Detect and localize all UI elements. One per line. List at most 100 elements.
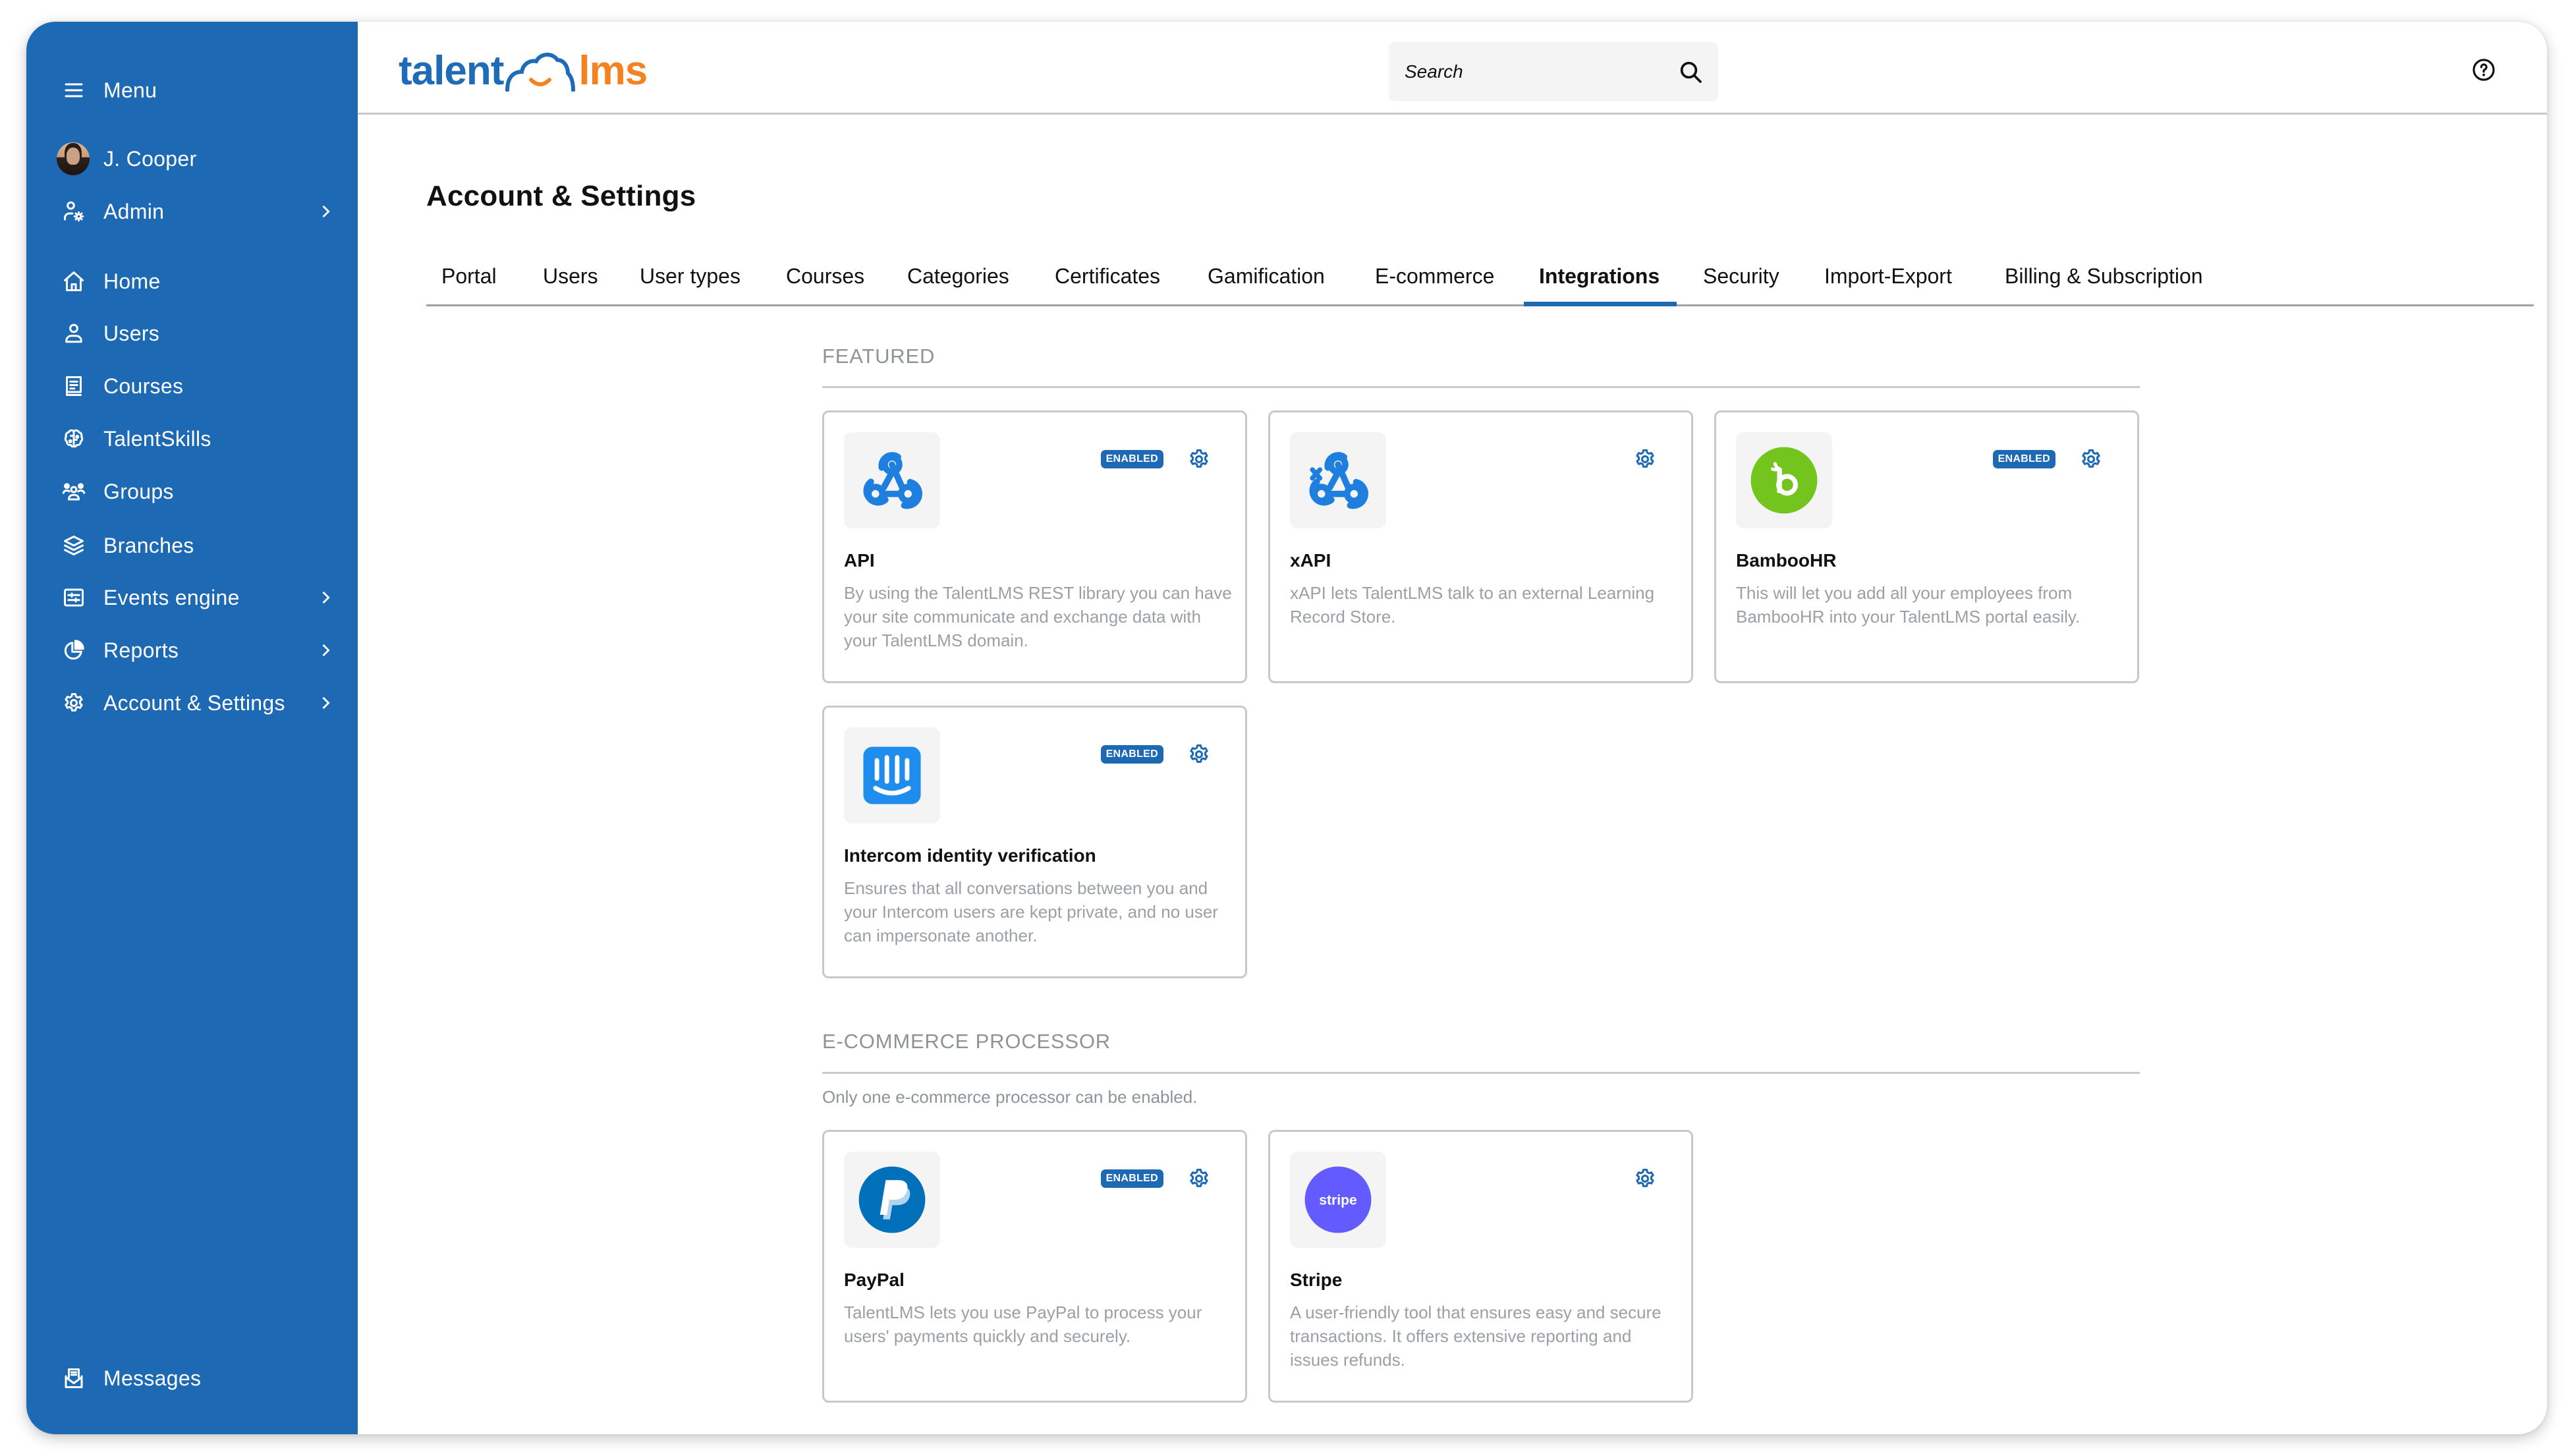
integration-card-intercom[interactable]: ENABLED Intercom identity verification E…: [822, 706, 1247, 978]
hamburger-icon: [61, 77, 87, 103]
sidebar-item-label: Admin: [103, 199, 165, 223]
tab-billing-subscription[interactable]: Billing & Subscription: [2005, 256, 2203, 306]
search-input[interactable]: [1389, 42, 1665, 101]
sidebar-item-branches[interactable]: Branches: [26, 524, 358, 567]
integration-name: API: [844, 550, 875, 571]
sidebar-item-label: Reports: [103, 638, 179, 662]
active-tab-indicator: [1524, 302, 1677, 306]
tab-certificates[interactable]: Certificates: [1055, 256, 1160, 306]
enabled-badge: ENABLED: [1100, 745, 1163, 764]
chevron-right-icon: [316, 588, 335, 607]
stripe-logo-icon: stripe: [1290, 1152, 1386, 1248]
brain-icon: [61, 426, 87, 452]
sidebar-item-admin[interactable]: Admin: [26, 190, 358, 233]
integration-name: Stripe: [1290, 1270, 1343, 1290]
integration-name: Intercom identity verification: [844, 845, 1096, 866]
integration-description: A user-friendly tool that ensures easy a…: [1290, 1302, 1662, 1370]
main-area: talent lms Account & Settings Portal Use: [358, 22, 2547, 1434]
top-bar: talent lms: [358, 22, 2547, 115]
section-title-ecommerce: E-COMMERCE PROCESSOR: [822, 1030, 1111, 1053]
tab-users[interactable]: Users: [543, 256, 598, 306]
integration-description: By using the TalentLMS REST library you …: [844, 583, 1232, 650]
sidebar-item-label: Home: [103, 269, 161, 293]
section-divider: [822, 1072, 2140, 1074]
bamboohr-logo-icon: [1736, 432, 1832, 528]
integration-name: xAPI: [1290, 550, 1331, 571]
settings-gear-icon[interactable]: [2079, 447, 2103, 471]
avatar: [57, 142, 90, 175]
integration-card-xapi[interactable]: xAPI xAPI lets TalentLMS talk to an exte…: [1268, 410, 1693, 683]
sidebar-item-label: Messages: [103, 1366, 202, 1390]
sidebar-item-users[interactable]: Users: [26, 312, 358, 354]
page-title: Account & Settings: [426, 180, 696, 212]
layers-icon: [61, 532, 87, 559]
user-profile[interactable]: J. Cooper: [26, 138, 358, 180]
book-icon: [61, 373, 87, 399]
sidebar-item-label: Account & Settings: [103, 690, 285, 715]
sidebar-item-courses[interactable]: Courses: [26, 365, 358, 407]
home-icon: [61, 268, 87, 294]
sidebar-item-label: Users: [103, 321, 160, 345]
section-divider: [822, 386, 2140, 388]
integration-description: Ensures that all conversations between y…: [844, 878, 1218, 945]
sidebar-item-label: Events engine: [103, 585, 240, 609]
search-box[interactable]: [1389, 42, 1718, 101]
tab-user-types[interactable]: User types: [640, 256, 741, 306]
tab-gamification[interactable]: Gamification: [1208, 256, 1325, 306]
app-window: Menu J. Cooper Admin Home Users Courses …: [26, 22, 2547, 1434]
integration-card-paypal[interactable]: ENABLED PayPal TalentLMS lets you use Pa…: [822, 1130, 1247, 1403]
talentlms-logo[interactable]: talent lms: [399, 48, 648, 94]
settings-gear-icon[interactable]: [1633, 1167, 1657, 1190]
stripe-logo-text: stripe: [1319, 1192, 1356, 1208]
paypal-logo-icon: [844, 1152, 940, 1248]
menu-toggle[interactable]: Menu: [26, 69, 358, 111]
sidebar-item-talentskills[interactable]: TalentSkills: [26, 418, 358, 460]
chevron-right-icon: [316, 694, 335, 712]
tab-security[interactable]: Security: [1703, 256, 1779, 306]
user-icon: [61, 320, 87, 347]
section-subtitle: Only one e-commerce processor can be ena…: [822, 1087, 1198, 1107]
chevron-right-icon: [316, 641, 335, 659]
tab-import-export[interactable]: Import-Export: [1824, 256, 1952, 306]
section-title-featured: FEATURED: [822, 345, 936, 368]
sidebar-item-account-settings[interactable]: Account & Settings: [26, 682, 358, 724]
menu-label: Menu: [103, 78, 157, 102]
sidebar-item-messages[interactable]: Messages: [26, 1357, 358, 1399]
tab-integrations[interactable]: Integrations: [1539, 256, 1660, 306]
logo-text-lms: lms: [578, 48, 648, 94]
integration-description: This will let you add all your employees…: [1736, 583, 2081, 627]
tab-courses[interactable]: Courses: [786, 256, 864, 306]
settings-tabs: Portal Users User types Courses Categori…: [426, 256, 2534, 306]
xapi-webhook-icon: [1290, 432, 1386, 528]
sidebar-item-home[interactable]: Home: [26, 260, 358, 302]
groups-icon: [61, 478, 87, 505]
integration-card-stripe[interactable]: stripe Stripe A user-friendly tool that …: [1268, 1130, 1693, 1403]
gear-icon: [61, 690, 87, 716]
intercom-logo-icon: [844, 727, 940, 824]
sliders-icon: [61, 584, 87, 611]
logo-text-talent: talent: [399, 48, 504, 94]
sidebar: Menu J. Cooper Admin Home Users Courses …: [26, 22, 358, 1434]
settings-gear-icon[interactable]: [1187, 447, 1211, 471]
tab-portal[interactable]: Portal: [441, 256, 497, 306]
settings-gear-icon[interactable]: [1187, 742, 1211, 766]
webhook-icon: [844, 432, 940, 528]
enabled-badge: ENABLED: [1100, 450, 1163, 468]
search-icon[interactable]: [1677, 59, 1704, 85]
pie-chart-icon: [61, 637, 87, 663]
help-icon[interactable]: [2471, 57, 2496, 82]
settings-gear-icon[interactable]: [1187, 1167, 1211, 1190]
integration-card-bamboohr[interactable]: ENABLED BambooHR This will let you add a…: [1714, 410, 2139, 683]
sidebar-item-events-engine[interactable]: Events engine: [26, 576, 358, 619]
cloud-smile-icon: [505, 53, 576, 92]
sidebar-item-label: Branches: [103, 533, 194, 557]
user-name: J. Cooper: [103, 146, 197, 171]
enabled-badge: ENABLED: [1100, 1169, 1163, 1188]
tab-e-commerce[interactable]: E-commerce: [1375, 256, 1494, 306]
tab-categories[interactable]: Categories: [907, 256, 1009, 306]
integration-card-api[interactable]: ENABLED API By using the TalentLMS REST …: [822, 410, 1247, 683]
integration-name: PayPal: [844, 1270, 905, 1290]
settings-gear-icon[interactable]: [1633, 447, 1657, 471]
sidebar-item-reports[interactable]: Reports: [26, 629, 358, 671]
sidebar-item-groups[interactable]: Groups: [26, 470, 358, 513]
